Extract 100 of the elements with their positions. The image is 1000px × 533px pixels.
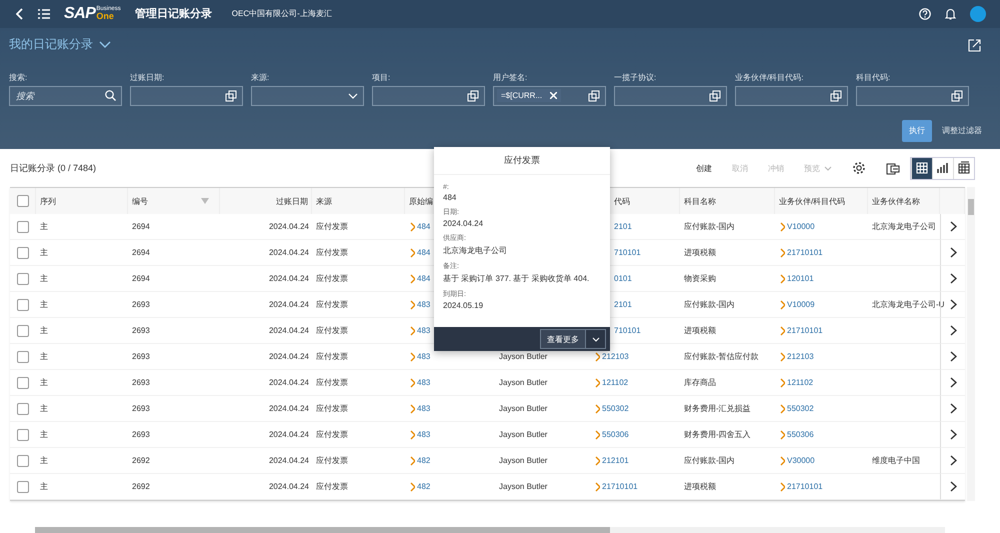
help-icon[interactable] [919, 8, 931, 20]
value-help-icon[interactable] [225, 90, 237, 102]
back-icon[interactable] [16, 8, 24, 20]
link[interactable]: 483 [409, 326, 430, 336]
link[interactable]: 710101 [612, 248, 641, 258]
input-field[interactable] [614, 86, 727, 106]
link[interactable]: 550306 [779, 430, 814, 440]
horizontal-scrollbar[interactable] [35, 527, 945, 533]
link[interactable]: 121102 [779, 378, 814, 388]
input-field[interactable] [130, 86, 243, 106]
link[interactable]: 483 [409, 404, 430, 414]
link[interactable]: 212101 [594, 456, 629, 466]
value-help-icon[interactable] [951, 90, 963, 102]
table-cell: 主 [40, 247, 48, 258]
chevron-down-icon[interactable] [348, 92, 358, 99]
link[interactable]: 212103 [779, 352, 814, 362]
column-header[interactable]: 原始编 [409, 196, 433, 206]
link[interactable]: 483 [409, 352, 430, 362]
checkbox[interactable] [17, 272, 29, 284]
link[interactable]: 21710101 [779, 326, 823, 336]
toolbar-button[interactable]: 创建 [696, 162, 712, 174]
share-icon[interactable] [968, 38, 982, 52]
link[interactable]: 550302 [594, 404, 629, 414]
link[interactable]: V30000 [779, 456, 815, 466]
link[interactable]: 550302 [779, 404, 814, 414]
checkbox[interactable] [16, 195, 28, 207]
column-header[interactable]: 编号 [132, 196, 148, 206]
column-header[interactable]: 来源 [316, 196, 332, 206]
link[interactable]: 550306 [594, 430, 629, 440]
chevron-right-icon[interactable] [950, 481, 956, 492]
link[interactable]: 120101 [779, 274, 814, 284]
checkbox[interactable] [17, 220, 29, 232]
checkbox[interactable] [17, 480, 29, 492]
input-field[interactable] [735, 86, 848, 106]
dropdown-field[interactable] [251, 86, 364, 106]
checkbox[interactable] [17, 350, 29, 362]
link[interactable]: 483 [409, 300, 430, 310]
link[interactable]: 710101 [612, 326, 641, 336]
column-header[interactable]: 序列 [40, 196, 56, 206]
search-icon[interactable] [105, 90, 116, 102]
link[interactable]: 484 [409, 274, 430, 284]
link[interactable]: 21710101 [779, 482, 823, 492]
link[interactable]: 212103 [594, 352, 629, 362]
chevron-right-icon[interactable] [950, 299, 956, 310]
chevron-right-icon[interactable] [950, 247, 956, 258]
search-field[interactable]: 搜索 [9, 86, 122, 106]
link[interactable]: V10009 [779, 300, 815, 310]
chevron-right-icon[interactable] [950, 403, 956, 414]
close-icon[interactable] [550, 92, 558, 100]
link[interactable]: 484 [409, 248, 430, 258]
link[interactable]: 482 [409, 482, 430, 492]
link[interactable]: 0101 [612, 274, 632, 284]
chevron-right-icon[interactable] [950, 377, 956, 388]
chevron-right-icon[interactable] [950, 351, 956, 362]
column-header[interactable]: 科目名称 [684, 196, 716, 206]
go-button[interactable]: 执行 [902, 120, 932, 142]
link[interactable]: 483 [409, 378, 430, 388]
export-icon[interactable] [886, 161, 900, 175]
checkbox[interactable] [17, 298, 29, 310]
chevron-right-icon[interactable] [950, 455, 956, 466]
link[interactable]: 482 [409, 456, 430, 466]
column-header[interactable]: 过账日期 [276, 196, 308, 206]
value-help-icon[interactable] [830, 90, 842, 102]
variant-selector[interactable]: 我的日记账分录 [9, 36, 111, 54]
avatar[interactable] [970, 6, 986, 22]
vertical-scrollbar[interactable] [967, 187, 975, 501]
link[interactable]: 21710101 [779, 248, 823, 258]
filter-token[interactable]: =$[CURR... [497, 89, 562, 102]
checkbox[interactable] [17, 454, 29, 466]
value-help-icon[interactable] [709, 90, 721, 102]
link[interactable]: 21710101 [594, 482, 638, 492]
input-field[interactable]: =$[CURR... [493, 86, 606, 106]
link[interactable]: 484 [409, 222, 430, 232]
view-more-button[interactable]: 查看更多 [540, 329, 586, 349]
value-help-icon[interactable] [588, 90, 600, 102]
menu-icon[interactable] [38, 8, 50, 19]
link[interactable]: 2101 [612, 222, 632, 232]
adapt-filters-button[interactable]: 调整过滤器 [942, 125, 982, 136]
menu-button[interactable] [586, 329, 606, 349]
settings-icon[interactable] [852, 161, 866, 175]
view-toggle[interactable] [911, 158, 932, 178]
chevron-right-icon[interactable] [950, 429, 956, 440]
link[interactable]: V10000 [779, 222, 815, 232]
column-header[interactable]: 代码 [614, 196, 630, 206]
bell-icon[interactable] [945, 8, 956, 20]
input-field[interactable] [856, 86, 969, 106]
chevron-right-icon[interactable] [950, 273, 956, 284]
link[interactable]: 2101 [612, 300, 632, 310]
checkbox[interactable] [17, 402, 29, 414]
checkbox[interactable] [17, 324, 29, 336]
chevron-right-icon[interactable] [950, 325, 956, 336]
checkbox[interactable] [17, 246, 29, 258]
checkbox[interactable] [17, 376, 29, 388]
checkbox[interactable] [17, 428, 29, 440]
input-field[interactable] [372, 86, 485, 106]
link[interactable]: 121102 [594, 378, 628, 388]
value-help-icon[interactable] [467, 90, 479, 102]
link[interactable]: 483 [409, 430, 430, 440]
chevron-right-icon[interactable] [950, 221, 956, 232]
input-field[interactable]: 搜索 [13, 90, 101, 101]
